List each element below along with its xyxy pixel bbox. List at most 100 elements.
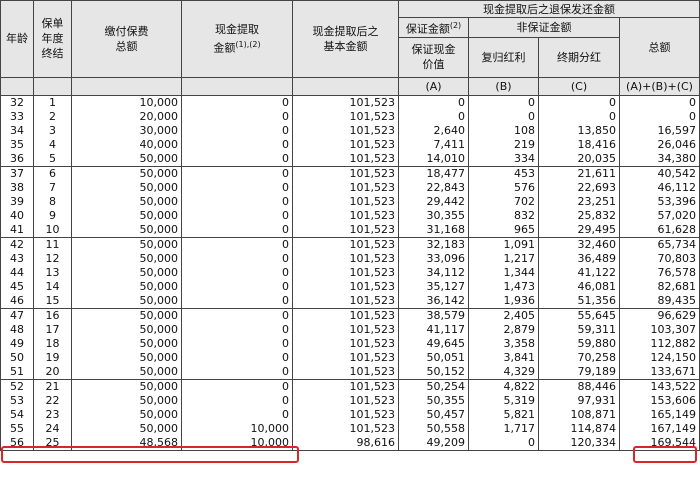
table-cell: 5 (33, 151, 72, 167)
table-cell: 49 (0, 336, 34, 351)
table-cell: 4,822 (468, 378, 539, 394)
table-cell: 0 (181, 236, 293, 252)
table-cell: 6 (33, 165, 72, 181)
table-row: 46 15 50,000 0 101,523 36,142 1,936 51,356 89,43… (0, 293, 700, 309)
header-guaranteed-footnote: (2) (449, 21, 462, 30)
table-cell: 50,000 (71, 251, 182, 266)
table-cell: 43 (0, 251, 34, 266)
table-cell: 22 (33, 393, 72, 408)
table-cell: 101,523 (292, 165, 399, 181)
table-cell: 50,000 (71, 393, 182, 408)
table-row: 52 21 50,000 0 101,523 50,254 4,822 88,446 143,5… (0, 378, 700, 394)
table-cell: 82,681 (619, 279, 700, 294)
document-page: 年龄 保单 年度 终结 缴付保费 总额 现金提取 金额(1),(2) 现金提取后… (0, 0, 700, 482)
table-cell: 70,258 (538, 350, 620, 365)
table-cell: 18,416 (538, 137, 620, 152)
table-cell: 13,850 (538, 123, 620, 138)
table-cell: 0 (181, 94, 293, 110)
table-cell: 50 (0, 350, 34, 365)
table-cell: 36,142 (398, 293, 469, 309)
table-cell: 108 (468, 123, 539, 138)
table-cell: 965 (468, 222, 539, 238)
table-row: 34 3 30,000 0 101,523 2,640 108 13,850 16,597 (0, 123, 700, 138)
table-cell: 56 (0, 435, 34, 451)
header-age: 年龄 (0, 0, 34, 78)
table-cell: 55 (0, 421, 34, 436)
table-cell: 101,523 (292, 236, 399, 252)
table-cell: 101,523 (292, 251, 399, 266)
table-row: 51 20 50,000 0 101,523 50,152 4,329 79,189 133,6… (0, 364, 700, 380)
table-cell: 124,150 (619, 350, 700, 365)
table-cell: 32,460 (538, 236, 620, 252)
table-cell: 0 (181, 151, 293, 167)
table-cell: 0 (181, 293, 293, 309)
table-cell: 38,579 (398, 307, 469, 323)
table-cell: 50,000 (71, 222, 182, 238)
table-cell: 50,000 (71, 364, 182, 380)
table-cell: 19 (33, 350, 72, 365)
table-cell: 0 (181, 378, 293, 394)
table-cell: 18 (33, 336, 72, 351)
table-cell: 0 (468, 94, 539, 110)
table-cell: 50,000 (71, 350, 182, 365)
table-row: 38 7 50,000 0 101,523 22,843 576 22,693 46,112 (0, 180, 700, 195)
table-cell: 5,821 (468, 407, 539, 422)
table-cell: 4 (33, 137, 72, 152)
table-cell: 101,523 (292, 350, 399, 365)
table-cell: 35,127 (398, 279, 469, 294)
table-cell: 44 (0, 265, 34, 280)
table-cell: 36 (0, 151, 34, 167)
table-cell: 13 (33, 265, 72, 280)
table-cell: 50,000 (71, 421, 182, 436)
table-cell: 1,936 (468, 293, 539, 309)
table-cell: 32,183 (398, 236, 469, 252)
table-cell: 2,640 (398, 123, 469, 138)
table-cell: 50,000 (71, 407, 182, 422)
table-cell: 0 (181, 123, 293, 138)
table-cell: 14 (33, 279, 72, 294)
table-cell: 101,523 (292, 393, 399, 408)
table-cell: 0 (181, 194, 293, 209)
table-cell: 101,523 (292, 180, 399, 195)
header-col-sum: (A)+(B)+(C) (619, 76, 700, 96)
table-cell: 10,000 (71, 94, 182, 110)
table-cell: 49,209 (398, 435, 469, 451)
table-row: 48 17 50,000 0 101,523 41,117 2,879 59,311 103,3… (0, 322, 700, 337)
table-cell: 143,522 (619, 378, 700, 394)
table-cell: 50,000 (71, 208, 182, 223)
table-cell: 50,254 (398, 378, 469, 394)
table-cell: 29,442 (398, 194, 469, 209)
table-cell: 50,000 (71, 336, 182, 351)
table-cell: 0 (181, 180, 293, 195)
table-cell: 79,189 (538, 364, 620, 380)
table-cell: 40 (0, 208, 34, 223)
table-cell: 0 (181, 251, 293, 266)
table-cell: 50,000 (71, 293, 182, 309)
table-cell: 7 (33, 180, 72, 195)
table-cell: 50,000 (71, 307, 182, 323)
table-cell: 23 (33, 407, 72, 422)
table-cell: 21 (33, 378, 72, 394)
table-row: 32 1 10,000 0 101,523 0 0 0 0 (0, 94, 700, 110)
table-cell: 0 (181, 222, 293, 238)
table-cell: 103,307 (619, 322, 700, 337)
table-cell: 0 (181, 109, 293, 124)
table-cell: 1,473 (468, 279, 539, 294)
table-cell: 32 (0, 94, 34, 110)
table-cell: 165,149 (619, 407, 700, 422)
table-cell: 101,523 (292, 123, 399, 138)
table-row: 47 16 50,000 0 101,523 38,579 2,405 55,645 96,62… (0, 307, 700, 323)
table-cell: 832 (468, 208, 539, 223)
table-cell: 50,152 (398, 364, 469, 380)
table-cell: 42 (0, 236, 34, 252)
table-cell: 8 (33, 194, 72, 209)
table-cell: 50,000 (71, 180, 182, 195)
table-row: 49 18 50,000 0 101,523 49,645 3,358 59,880 112,8… (0, 336, 700, 351)
table-cell: 48 (0, 322, 34, 337)
table-cell: 0 (538, 109, 620, 124)
table-cell: 101,523 (292, 364, 399, 380)
table-cell: 26,046 (619, 137, 700, 152)
table-cell: 114,874 (538, 421, 620, 436)
table-cell: 0 (181, 279, 293, 294)
header-guaranteed: 保证金额(2) (398, 17, 469, 38)
